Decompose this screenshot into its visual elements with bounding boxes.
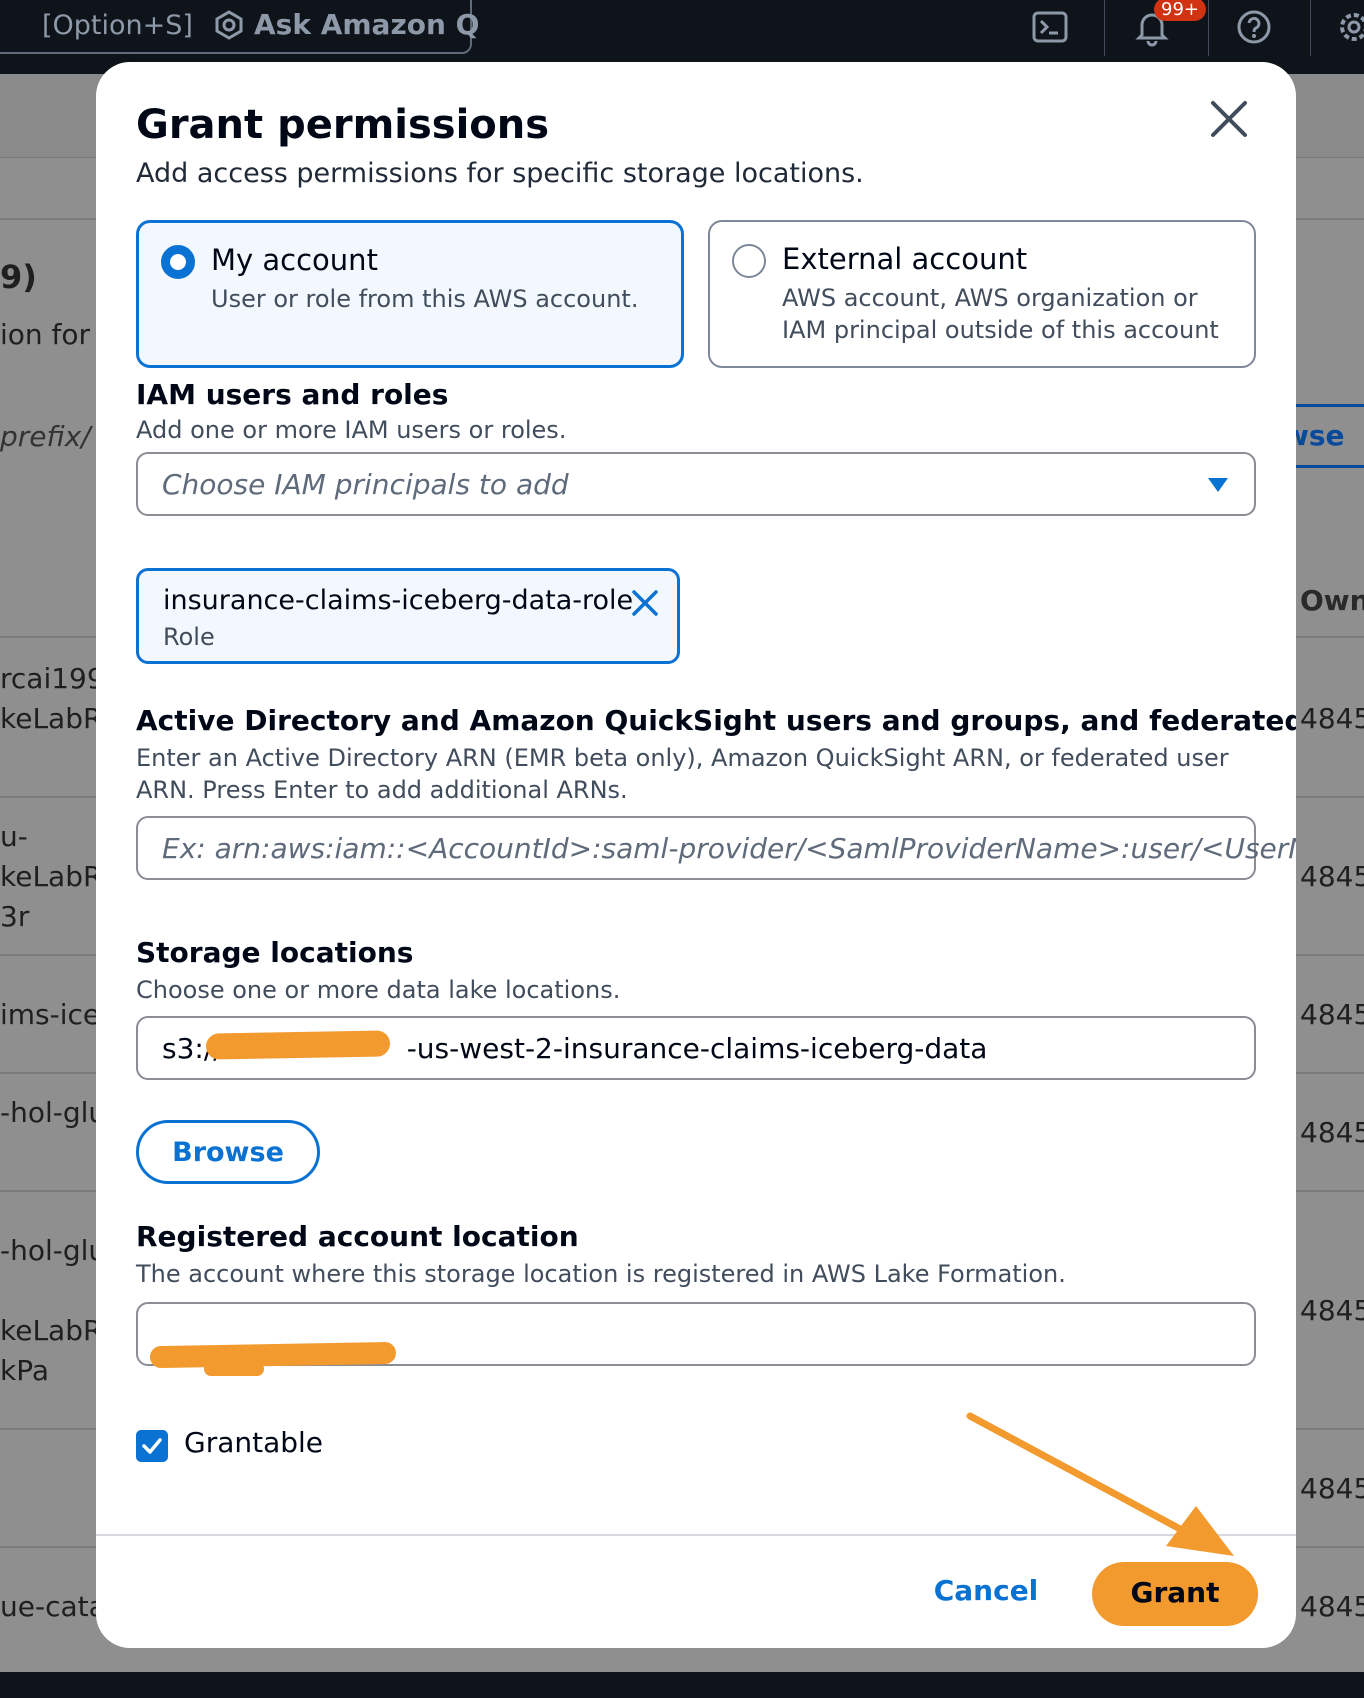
bg-row-text: -hol-glu	[0, 1096, 107, 1129]
redaction-mark	[149, 1341, 397, 1369]
storage-section-heading: Storage locations	[136, 936, 414, 969]
iam-section-description: Add one or more IAM users or roles.	[136, 416, 567, 444]
bg-row-owner: 4845	[1300, 998, 1364, 1031]
bg-row-owner: 4845	[1300, 702, 1364, 735]
redaction-mark	[205, 1030, 391, 1060]
notification-count-badge: 99+	[1154, 0, 1206, 21]
ad-arn-input[interactable]: Ex: arn:aws:iam::<AccountId>:saml-provid…	[136, 816, 1296, 880]
ask-amazon-q-label: Ask Amazon Q	[254, 8, 480, 41]
grant-permissions-modal: Grant permissions Add access permissions…	[96, 62, 1296, 1648]
modal-title: Grant permissions	[136, 102, 550, 148]
grantable-checkbox[interactable]	[136, 1430, 168, 1462]
cancel-button[interactable]: Cancel	[916, 1562, 1056, 1622]
storage-section-description: Choose one or more data lake locations.	[136, 976, 621, 1004]
bg-row-text: 3r	[0, 900, 30, 933]
bg-row-owner: 4845	[1300, 1116, 1364, 1149]
external-account-tile[interactable]: External account AWS account, AWS organi…	[708, 220, 1256, 368]
iam-principals-select[interactable]: Choose IAM principals to add	[136, 452, 1256, 516]
bg-prefix-fragment: prefix/	[0, 420, 91, 453]
annotation-arrow-icon	[966, 1412, 1234, 1556]
search-shortcut-hint: [Option+S]	[42, 10, 193, 41]
external-account-radio[interactable]	[732, 244, 766, 278]
ask-amazon-q-button[interactable]: Ask Amazon Q	[214, 8, 479, 41]
help-icon[interactable]	[1234, 7, 1274, 47]
registered-section-description: The account where this storage location …	[136, 1260, 1066, 1288]
my-account-radio[interactable]	[161, 245, 195, 279]
iam-principals-placeholder: Choose IAM principals to add	[162, 468, 569, 501]
bg-row-owner: 4845	[1300, 1472, 1364, 1505]
iam-section-heading: IAM users and roles	[136, 378, 449, 411]
redaction-mark	[204, 1362, 264, 1376]
bg-row-owner: 4845	[1300, 1590, 1364, 1623]
settings-gear-icon[interactable]	[1334, 7, 1364, 47]
caret-down-icon	[1208, 478, 1228, 492]
cloudshell-icon[interactable]	[1030, 7, 1070, 47]
browse-button[interactable]: Browse	[136, 1120, 320, 1184]
bg-row-owner: 4845	[1300, 860, 1364, 893]
registered-section-heading: Registered account location	[136, 1220, 579, 1253]
bg-row-text: u-	[0, 820, 28, 853]
bg-row-owner: 4845	[1300, 1294, 1364, 1327]
grant-button[interactable]: Grant	[1092, 1562, 1258, 1626]
token-principal-name: insurance-claims-iceberg-data-role	[163, 585, 634, 616]
close-icon[interactable]	[1204, 94, 1254, 144]
ad-section-heading: Active Directory and Amazon QuickSight u…	[136, 704, 1296, 737]
checkmark-icon	[142, 1438, 162, 1454]
bg-row-text: -hol-glu	[0, 1234, 107, 1267]
amazon-q-icon	[215, 9, 243, 40]
bg-row-text: rcai199	[0, 662, 105, 695]
remove-token-icon[interactable]	[629, 587, 661, 619]
bg-row-text: kPa	[0, 1354, 49, 1387]
my-account-label: My account	[211, 243, 378, 277]
external-account-description: AWS account, AWS organization or IAM pri…	[782, 284, 1219, 344]
bottom-bar	[0, 1672, 1364, 1698]
ad-arn-placeholder: Ex: arn:aws:iam::<AccountId>:saml-provid…	[162, 832, 1296, 865]
bg-owner-column-header: Own	[1300, 584, 1364, 617]
ad-section-description: Enter an Active Directory ARN (EMR beta …	[136, 744, 1229, 804]
token-principal-type: Role	[163, 623, 215, 651]
grantable-label: Grantable	[184, 1426, 324, 1459]
bg-row-text: ims-icel	[0, 998, 108, 1031]
modal-subtitle: Add access permissions for specific stor…	[136, 158, 864, 189]
my-account-description: User or role from this AWS account.	[211, 285, 639, 313]
external-account-label: External account	[782, 242, 1028, 276]
selected-principal-token: insurance-claims-iceberg-data-role Role	[136, 568, 680, 664]
my-account-tile[interactable]: My account User or role from this AWS ac…	[136, 220, 684, 368]
bg-heading-fragment: 9)	[0, 258, 37, 296]
